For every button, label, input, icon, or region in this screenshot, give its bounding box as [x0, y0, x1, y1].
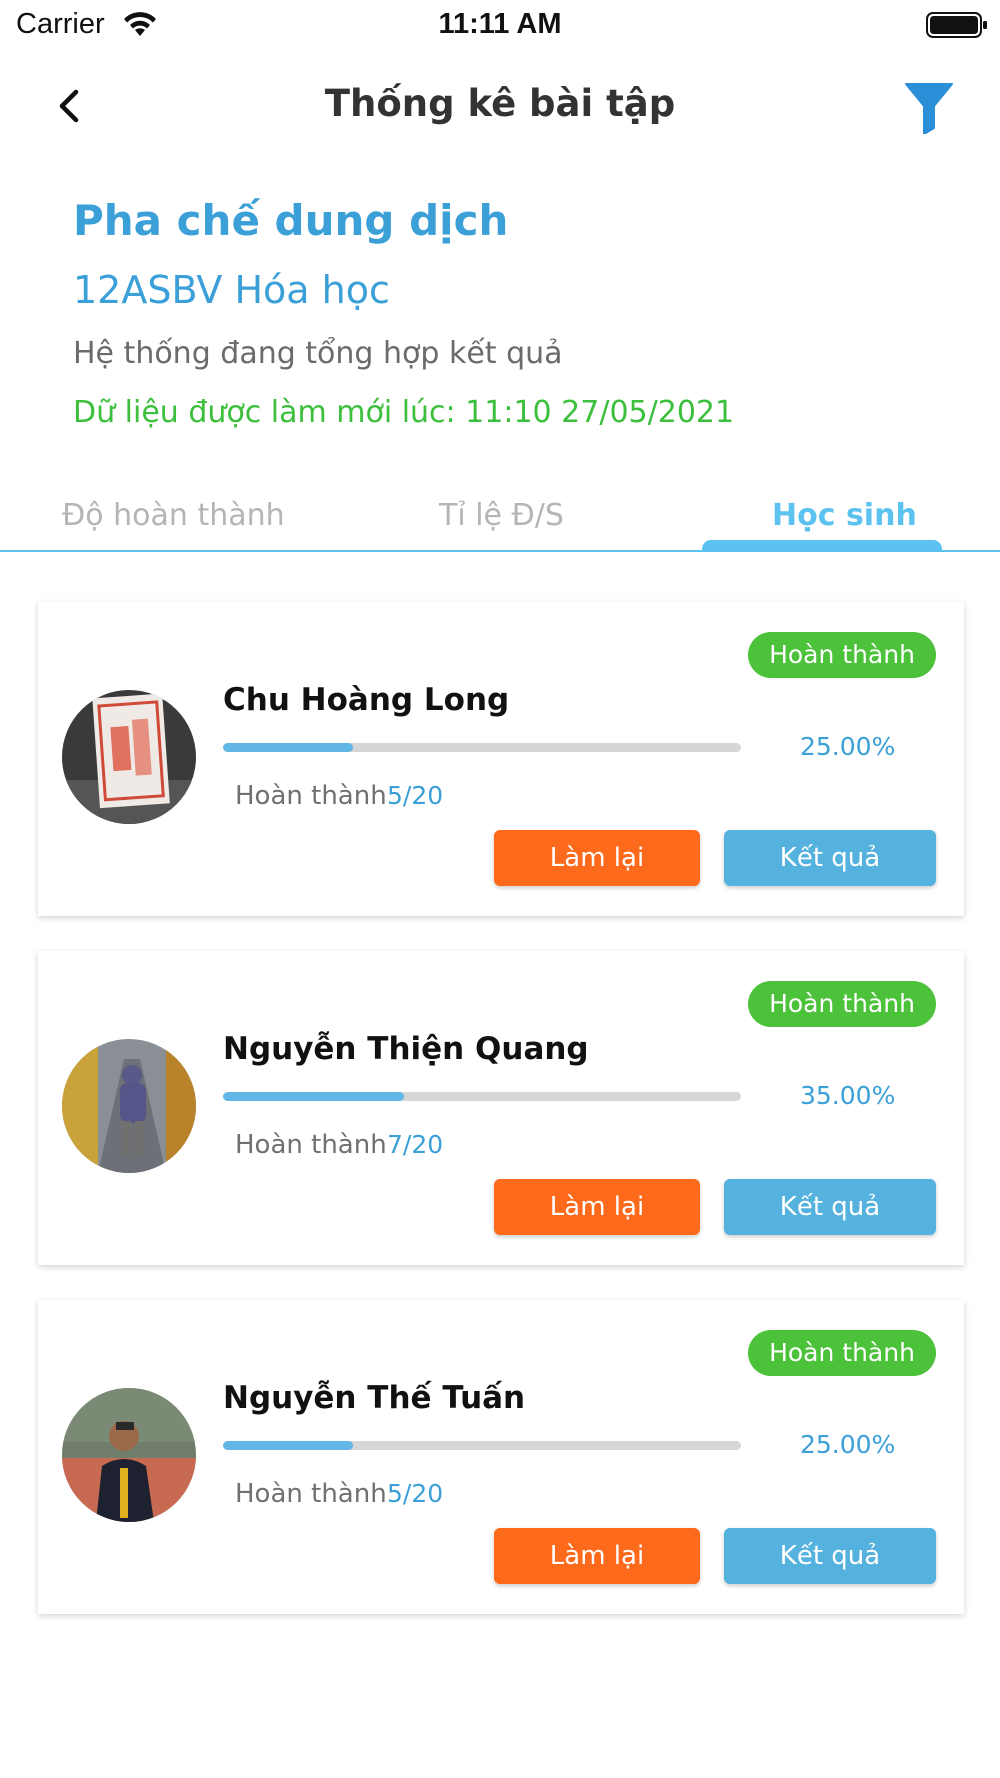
result-button[interactable]: Kết quả: [724, 1179, 936, 1235]
result-button[interactable]: Kết quả: [724, 830, 936, 886]
filter-icon[interactable]: [904, 80, 954, 134]
progress-bar: [223, 1441, 741, 1450]
completed-label: Hoàn thành: [235, 781, 387, 811]
completed-count: 5/20: [387, 1479, 444, 1508]
result-button[interactable]: Kết quả: [724, 1528, 936, 1584]
tab-students[interactable]: Học sinh: [772, 498, 917, 533]
student-name: Nguyễn Thiện Quang: [223, 1031, 589, 1067]
progress-fill: [223, 1441, 353, 1450]
redo-button[interactable]: Làm lại: [494, 1528, 700, 1584]
student-name: Chu Hoàng Long: [223, 682, 510, 718]
student-card: Hoàn thành Nguyễn Thiện Quang 35.00% Hoà…: [38, 951, 964, 1265]
status-badge: Hoàn thành: [748, 1330, 936, 1376]
avatar: [62, 690, 196, 824]
page-title: Thống kê bài tập: [324, 82, 676, 125]
progress-percent: 25.00%: [800, 1430, 896, 1459]
assignment-title: Pha chế dung dịch: [73, 196, 509, 245]
progress-fill: [223, 743, 353, 752]
status-bar: Carrier 11:11 AM: [0, 0, 1000, 52]
avatar: [62, 1039, 196, 1173]
progress-fill: [223, 1092, 405, 1101]
student-card: Hoàn thành Chu Hoàng Long 25.00% Hoàn th…: [38, 602, 964, 916]
nav-bar: Thống kê bài tập: [0, 60, 1000, 152]
status-time: 11:11 AM: [438, 8, 562, 40]
avatar: [62, 1388, 196, 1522]
progress-percent: 25.00%: [800, 732, 896, 761]
completed-count: 7/20: [387, 1130, 444, 1159]
status-badge: Hoàn thành: [748, 632, 936, 678]
system-status-text: Hệ thống đang tổng hợp kết quả: [73, 336, 563, 371]
class-name: 12ASBV Hóa học: [73, 268, 390, 312]
tab-ratio[interactable]: Tỉ lệ Đ/S: [439, 498, 564, 533]
battery-icon: [926, 12, 987, 38]
refresh-timestamp: Dữ liệu được làm mới lúc: 11:10 27/05/20…: [73, 395, 735, 430]
completed-count: 5/20: [387, 781, 444, 810]
completed-label: Hoàn thành: [235, 1479, 387, 1509]
tab-bar: Độ hoàn thành Tỉ lệ Đ/S Học sinh: [0, 490, 1000, 552]
completed-label: Hoàn thành: [235, 1130, 387, 1160]
progress-bar: [223, 1092, 741, 1101]
redo-button[interactable]: Làm lại: [494, 830, 700, 886]
tab-completion[interactable]: Độ hoàn thành: [62, 498, 285, 533]
progress-percent: 35.00%: [800, 1081, 896, 1110]
student-card: Hoàn thành Nguyễn Thế Tuấn 25.00% Hoàn t…: [38, 1300, 964, 1614]
progress-bar: [223, 743, 741, 752]
tab-divider: [0, 550, 1000, 552]
status-badge: Hoàn thành: [748, 981, 936, 1027]
redo-button[interactable]: Làm lại: [494, 1179, 700, 1235]
student-name: Nguyễn Thế Tuấn: [223, 1380, 526, 1416]
